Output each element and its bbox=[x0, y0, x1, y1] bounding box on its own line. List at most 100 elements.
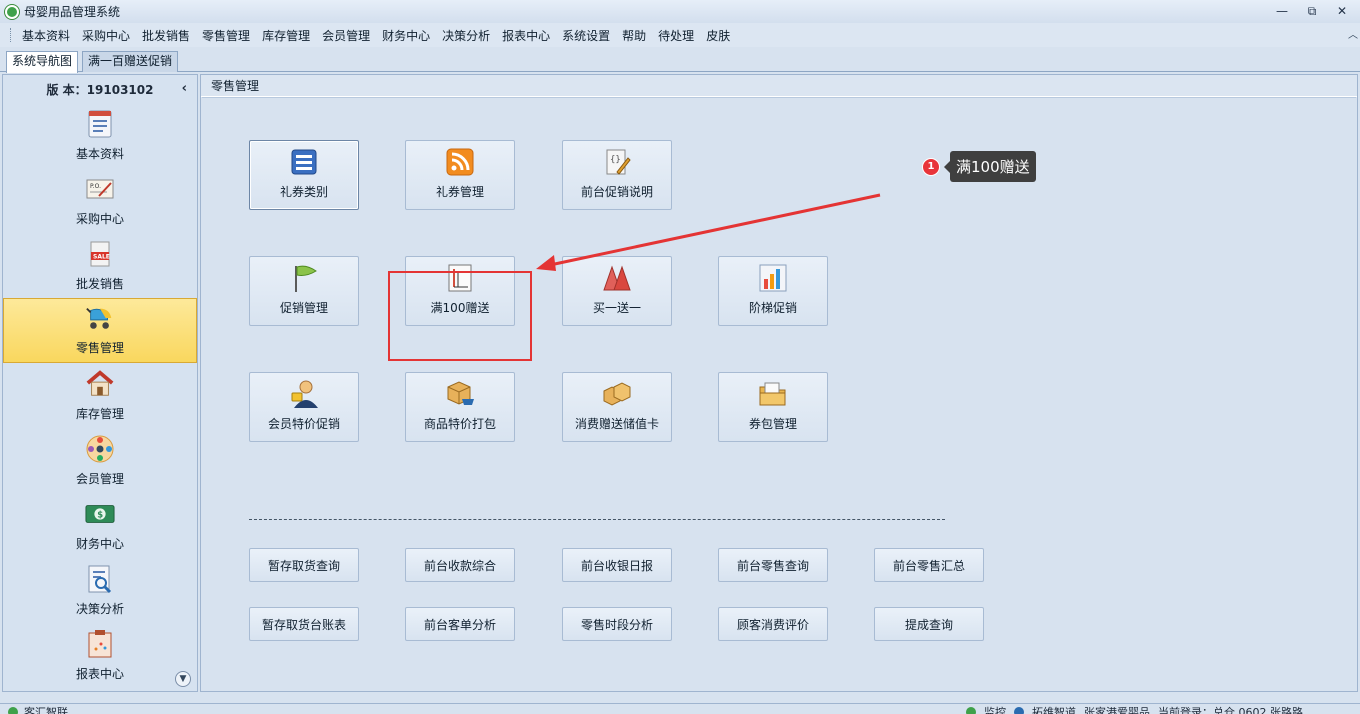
coupon-management-button[interactable]: 礼券管理 bbox=[405, 140, 515, 210]
status-monitor[interactable]: 监控 bbox=[984, 704, 1006, 714]
money-icon: $ bbox=[85, 499, 115, 529]
menu-help[interactable]: 帮助 bbox=[616, 27, 652, 44]
collapse-sidebar-icon[interactable]: ‹ bbox=[182, 81, 187, 96]
app-icon bbox=[5, 4, 19, 19]
analysis-icon bbox=[85, 564, 115, 594]
tab-navigation-map[interactable]: 系统导航图 bbox=[6, 51, 79, 73]
sidebar-item-label: 库存管理 bbox=[75, 407, 124, 421]
coupon-category-button[interactable]: 礼券类别 bbox=[249, 140, 359, 210]
menu-bar: 基本资料 采购中心 批发销售 零售管理 库存管理 会员管理 财务中心 决策分析 … bbox=[0, 23, 1360, 47]
title-bar: 母婴用品管理系统 — ⧉ ✕ bbox=[0, 0, 1360, 23]
status-right: 监控 拓维智道 张家港爱婴品 当前登录：总仓 0602 张路路 bbox=[966, 704, 1303, 714]
status-left: 客汇智联 bbox=[8, 704, 68, 714]
menu-finance[interactable]: 财务中心 bbox=[376, 27, 436, 44]
status-store: 张家港爱婴品 bbox=[1084, 706, 1150, 714]
frontdesk-collection-summary-button[interactable]: 前台收款综合 bbox=[405, 548, 515, 582]
button-label: 阶梯促销 bbox=[748, 301, 797, 315]
window-controls: — ⧉ ✕ bbox=[1268, 2, 1356, 20]
menu-pending[interactable]: 待处理 bbox=[652, 27, 700, 44]
frontdesk-cashier-daily-button[interactable]: 前台收银日报 bbox=[562, 548, 672, 582]
menu-wholesale[interactable]: 批发销售 bbox=[136, 27, 196, 44]
sidebar-header: 版 本：19103102 ‹ bbox=[3, 75, 197, 103]
sidebar-item-retail[interactable]: 零售管理 bbox=[3, 298, 197, 363]
coupon-pack-button[interactable]: 券包管理 bbox=[718, 372, 828, 442]
sidebar-item-label: 报表中心 bbox=[75, 667, 124, 681]
step-badge: 1 bbox=[922, 157, 940, 176]
promo-management-button[interactable]: 促销管理 bbox=[249, 256, 359, 326]
close-button[interactable]: ✕ bbox=[1328, 2, 1356, 20]
rss-icon bbox=[445, 147, 475, 177]
menu-inventory[interactable]: 库存管理 bbox=[256, 27, 316, 44]
tab-full-hundred-promo[interactable]: 满一百赠送促销 bbox=[82, 51, 179, 72]
status-bar: 客汇智联 监控 拓维智道 张家港爱婴品 当前登录：总仓 0602 张路路 bbox=[0, 703, 1360, 714]
window-title: 母婴用品管理系统 bbox=[24, 5, 121, 19]
temp-pickup-query-button[interactable]: 暂存取货查询 bbox=[249, 548, 359, 582]
pointer-arrow bbox=[536, 193, 881, 271]
menu-reports[interactable]: 报表中心 bbox=[496, 27, 556, 44]
sidebar-item-label: 基本资料 bbox=[75, 147, 124, 161]
status-vendor: 拓维智道 bbox=[1032, 706, 1076, 714]
version-label: 版 本：19103102 bbox=[46, 82, 154, 97]
svg-text:$: $ bbox=[97, 509, 103, 519]
button-label: 礼券管理 bbox=[435, 185, 484, 199]
button-label: 消费赠送储值卡 bbox=[574, 417, 659, 431]
status-login: 当前登录：总仓 0602 张路路 bbox=[1158, 706, 1303, 714]
menu-analysis[interactable]: 决策分析 bbox=[436, 27, 496, 44]
customer-evaluation-button[interactable]: 顾客消费评价 bbox=[718, 607, 828, 641]
restore-button[interactable]: ⧉ bbox=[1298, 2, 1326, 20]
product-bundle-button[interactable]: 商品特价打包 bbox=[405, 372, 515, 442]
svg-text:{}: {} bbox=[610, 155, 621, 165]
frontdesk-retail-summary-button[interactable]: 前台零售汇总 bbox=[874, 548, 984, 582]
sale-tag-icon: SALE bbox=[85, 239, 115, 269]
menu-members[interactable]: 会员管理 bbox=[316, 27, 376, 44]
sidebar-item-wholesale[interactable]: SALE 批发销售 bbox=[3, 233, 197, 298]
retail-time-analysis-button[interactable]: 零售时段分析 bbox=[562, 607, 672, 641]
minimize-button[interactable]: — bbox=[1268, 2, 1296, 20]
boxes-icon bbox=[602, 379, 632, 409]
scroll-down-button[interactable]: ▼ bbox=[175, 671, 191, 687]
frontdesk-retail-query-button[interactable]: 前台零售查询 bbox=[718, 548, 828, 582]
button-label: 买一送一 bbox=[592, 301, 641, 315]
monitor-icon bbox=[966, 707, 976, 714]
commission-query-button[interactable]: 提成查询 bbox=[874, 607, 984, 641]
content-area: 礼券类别 礼券管理 {} 前台促销说明 促销管理 满100赠送 买一送一 阶梯促… bbox=[202, 97, 1356, 689]
callout-text: 满100赠送 bbox=[944, 151, 1036, 182]
sidebar-item-finance[interactable]: $ 财务中心 bbox=[3, 493, 197, 558]
flag-icon bbox=[289, 263, 319, 293]
sidebar-item-label: 采购中心 bbox=[75, 212, 124, 226]
frontdesk-customer-analysis-button[interactable]: 前台客单分析 bbox=[405, 607, 515, 641]
members-icon bbox=[85, 434, 115, 464]
annotation-callout: 1 满100赠送 bbox=[922, 151, 1036, 182]
sidebar-item-analysis[interactable]: 决策分析 bbox=[3, 558, 197, 623]
sidebar-item-label: 批发销售 bbox=[75, 277, 124, 291]
highlight-box bbox=[388, 271, 532, 361]
info-icon bbox=[1014, 707, 1024, 714]
status-company: 客汇智联 bbox=[24, 706, 68, 714]
toolbar-grip bbox=[10, 28, 13, 42]
document-icon bbox=[85, 109, 115, 139]
sidebar-item-members[interactable]: 会员管理 bbox=[3, 428, 197, 493]
button-label: 券包管理 bbox=[748, 417, 797, 431]
menu-purchase[interactable]: 采购中心 bbox=[76, 27, 136, 44]
menu-retail[interactable]: 零售管理 bbox=[196, 27, 256, 44]
menu-settings[interactable]: 系统设置 bbox=[556, 27, 616, 44]
sidebar-item-reports[interactable]: 报表中心 bbox=[3, 623, 197, 688]
button-label: 会员特价促销 bbox=[267, 417, 340, 431]
sidebar-item-inventory[interactable]: 库存管理 bbox=[3, 363, 197, 428]
house-icon bbox=[85, 369, 115, 399]
button-label: 礼券类别 bbox=[279, 185, 328, 199]
temp-pickup-ledger-button[interactable]: 暂存取货台账表 bbox=[249, 607, 359, 641]
button-label: 商品特价打包 bbox=[423, 417, 496, 431]
chevron-up-icon[interactable]: ︿ bbox=[1348, 26, 1358, 41]
report-icon bbox=[85, 629, 115, 659]
sidebar: 版 本：19103102 ‹ 基本资料 P.O. 采购中心 SALE 批发销售 … bbox=[2, 74, 198, 692]
sidebar-item-basic-info[interactable]: 基本资料 bbox=[3, 103, 197, 168]
member-special-price-button[interactable]: 会员特价促销 bbox=[249, 372, 359, 442]
sidebar-item-label: 零售管理 bbox=[75, 341, 124, 355]
sidebar-item-purchase[interactable]: P.O. 采购中心 bbox=[3, 168, 197, 233]
menu-skin[interactable]: 皮肤 bbox=[700, 27, 736, 44]
stroller-icon bbox=[85, 303, 115, 333]
edit-note-icon: {} bbox=[602, 147, 632, 177]
consumption-gift-card-button[interactable]: 消费赠送储值卡 bbox=[562, 372, 672, 442]
menu-basic-info[interactable]: 基本资料 bbox=[16, 27, 76, 44]
